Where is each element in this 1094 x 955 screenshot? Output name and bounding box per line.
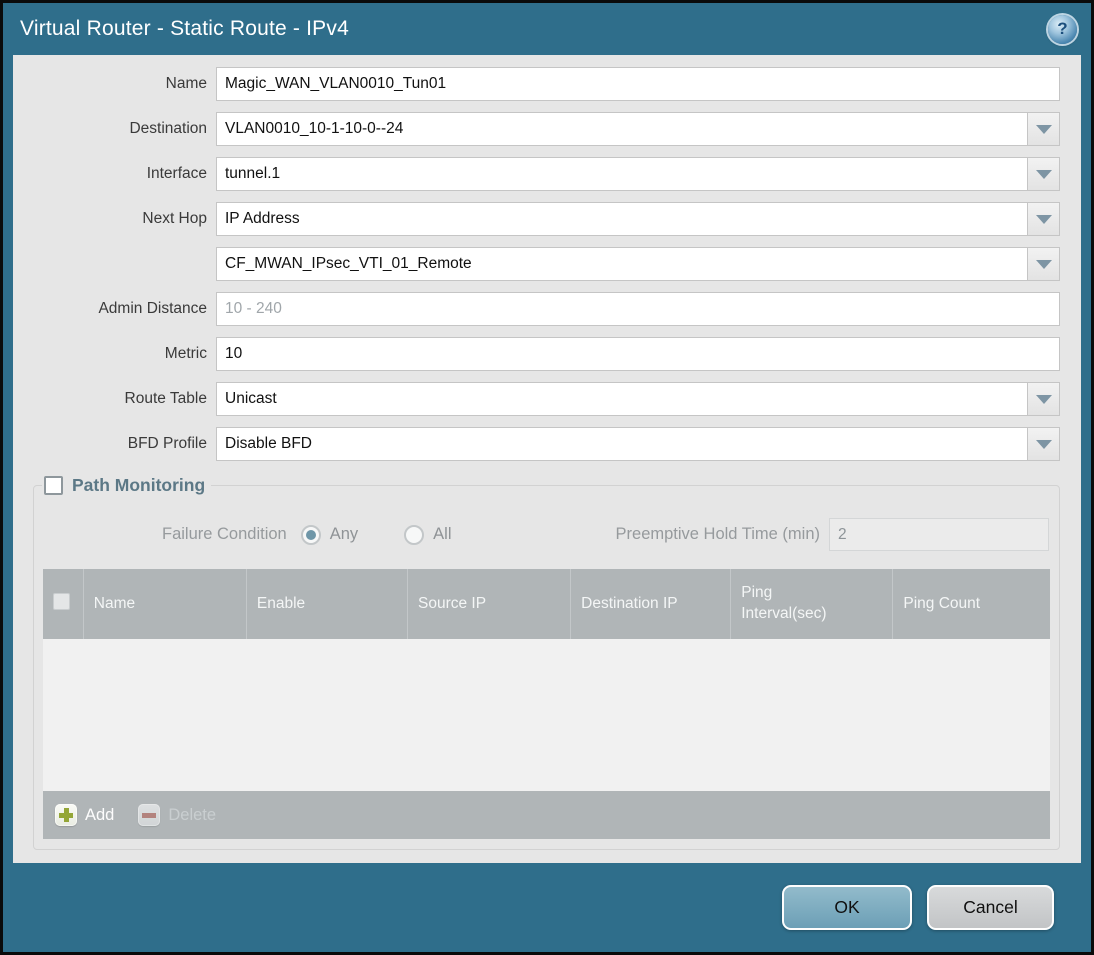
destination-dropdown-button[interactable]: [1027, 112, 1060, 146]
form-row-name: Name: [23, 67, 1060, 101]
failure-condition-all-label: All: [433, 525, 452, 543]
dialog-title: Virtual Router - Static Route - IPv4: [20, 17, 349, 40]
minus-icon: [138, 804, 161, 826]
static-route-dialog: Virtual Router - Static Route - IPv4 ? N…: [0, 0, 1094, 955]
failure-condition-any-radio: [300, 524, 321, 545]
next-hop-address-input[interactable]: [216, 247, 1028, 281]
route-table-input[interactable]: [216, 382, 1028, 416]
path-monitoring-controls: Failure Condition Any All Preemptive Hol…: [44, 518, 1049, 551]
admin-distance-label: Admin Distance: [98, 300, 207, 317]
grid-empty-body: [43, 639, 1050, 791]
form-row-bfd-profile: BFD Profile: [23, 427, 1060, 461]
bfd-profile-dropdown-button[interactable]: [1027, 427, 1060, 461]
metric-label: Metric: [164, 345, 207, 362]
grid-toolbar: Add Delete: [43, 791, 1050, 839]
bfd-profile-label: BFD Profile: [127, 435, 207, 452]
select-all-checkbox: [53, 593, 70, 610]
grid-header-ping-interval: Ping Interval(sec): [730, 569, 894, 639]
grid-header-enable: Enable: [246, 569, 409, 639]
form-row-admin-distance: Admin Distance: [23, 292, 1060, 326]
next-hop-type-input[interactable]: [216, 202, 1028, 236]
delete-button: Delete: [138, 804, 216, 826]
add-button-label: Add: [85, 805, 115, 824]
path-monitoring-title: Path Monitoring: [72, 475, 206, 495]
delete-button-label: Delete: [168, 805, 217, 824]
route-table-label: Route Table: [124, 390, 207, 407]
form-row-interface: Interface: [23, 157, 1060, 191]
destination-input[interactable]: [216, 112, 1028, 146]
dialog-content: Name Destination Interface Next Hop: [13, 55, 1081, 863]
grid-header-destination-ip: Destination IP: [570, 569, 732, 639]
plus-icon: [55, 804, 77, 826]
failure-condition-label: Failure Condition: [162, 525, 287, 543]
hold-time-label: Preemptive Hold Time (min): [615, 525, 820, 543]
form-row-next-hop-address: [23, 247, 1060, 281]
hold-time-input: [829, 518, 1049, 551]
chevron-down-icon: [1035, 214, 1052, 224]
name-input[interactable]: [216, 67, 1060, 101]
interface-label: Interface: [146, 165, 207, 182]
failure-condition-all-radio: [404, 524, 425, 545]
dialog-titlebar: Virtual Router - Static Route - IPv4 ?: [3, 3, 1091, 55]
grid-header-select: [43, 569, 84, 639]
route-table-dropdown-button[interactable]: [1027, 382, 1060, 416]
metric-input[interactable]: [216, 337, 1060, 371]
grid-header-ping-count: Ping Count: [892, 569, 1050, 639]
path-monitoring-checkbox[interactable]: [44, 476, 63, 495]
chevron-down-icon: [1035, 259, 1052, 269]
path-monitoring-section: Path Monitoring Failure Condition Any Al…: [33, 475, 1060, 850]
grid-header-name: Name: [83, 569, 247, 639]
next-hop-address-dropdown-button[interactable]: [1027, 247, 1060, 281]
chevron-down-icon: [1035, 439, 1052, 449]
form-row-metric: Metric: [23, 337, 1060, 371]
path-monitoring-legend: Path Monitoring: [42, 475, 211, 496]
next-hop-type-dropdown-button[interactable]: [1027, 202, 1060, 236]
name-label: Name: [165, 75, 207, 92]
help-icon[interactable]: ?: [1048, 14, 1077, 44]
form-row-route-table: Route Table: [23, 382, 1060, 416]
chevron-down-icon: [1035, 169, 1052, 179]
grid-header-row: Name Enable Source IP Destination IP Pin…: [43, 569, 1050, 639]
chevron-down-icon: [1035, 124, 1052, 134]
dialog-footer: OK Cancel: [3, 863, 1091, 952]
interface-input[interactable]: [216, 157, 1028, 191]
ok-button[interactable]: OK: [782, 885, 912, 930]
bfd-profile-input[interactable]: [216, 427, 1028, 461]
cancel-button[interactable]: Cancel: [927, 885, 1054, 930]
interface-dropdown-button[interactable]: [1027, 157, 1060, 191]
failure-condition-group: Failure Condition Any All: [162, 524, 452, 545]
admin-distance-input[interactable]: [216, 292, 1060, 326]
grid-header-source-ip: Source IP: [407, 569, 572, 639]
chevron-down-icon: [1035, 394, 1052, 404]
path-monitoring-grid: Name Enable Source IP Destination IP Pin…: [43, 569, 1050, 839]
destination-label: Destination: [129, 120, 207, 137]
add-button[interactable]: Add: [55, 804, 114, 826]
failure-condition-any-label: Any: [329, 525, 359, 543]
hold-time-group: Preemptive Hold Time (min): [616, 518, 1049, 551]
form-row-destination: Destination: [23, 112, 1060, 146]
form-row-next-hop: Next Hop: [23, 202, 1060, 236]
next-hop-label: Next Hop: [142, 210, 207, 227]
